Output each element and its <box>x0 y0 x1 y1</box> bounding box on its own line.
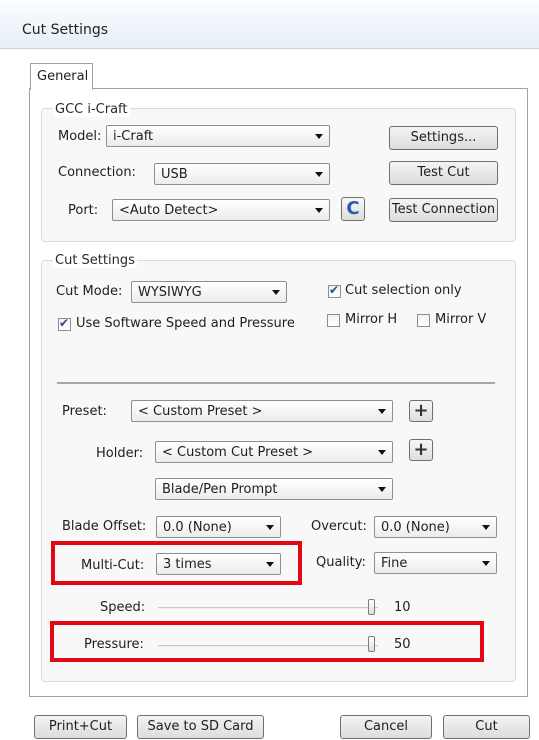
multi-cut-select[interactable]: 3 times <box>156 553 281 575</box>
quality-select[interactable]: Fine <box>374 552 497 574</box>
window-title: Cut Settings <box>22 22 109 38</box>
port-value: <Auto Detect> <box>119 203 219 218</box>
cancel-button[interactable]: Cancel <box>340 715 432 739</box>
chevron-down-icon <box>266 562 274 567</box>
blade-offset-label: Blade Offset: <box>62 519 147 534</box>
model-value: i-Craft <box>113 129 154 144</box>
add-holder-button[interactable]: + <box>409 439 433 461</box>
chevron-down-icon <box>378 487 386 492</box>
overcut-label: Overcut: <box>311 519 367 534</box>
multi-cut-value: 3 times <box>163 557 212 572</box>
preset-label: Preset: <box>62 404 107 419</box>
print-cut-button[interactable]: Print+Cut <box>34 715 127 739</box>
chevron-down-icon <box>378 450 386 455</box>
model-select[interactable]: i-Craft <box>106 125 330 147</box>
gcc-group-title: GCC i-Craft <box>53 102 130 117</box>
overcut-value: 0.0 (None) <box>381 520 450 535</box>
preset-select[interactable]: < Custom Preset > <box>131 400 393 422</box>
chevron-down-icon <box>482 525 490 530</box>
mirror-h-label: Mirror H <box>345 312 398 327</box>
connection-select[interactable]: USB <box>154 163 330 185</box>
blade-offset-value: 0.0 (None) <box>163 520 232 535</box>
tab-general[interactable]: General <box>30 63 93 90</box>
chevron-down-icon <box>315 172 323 177</box>
blade-prompt-select[interactable]: Blade/Pen Prompt <box>155 478 393 500</box>
quality-label: Quality: <box>316 555 366 570</box>
test-cut-button[interactable]: Test Cut <box>389 161 498 185</box>
speed-slider-track[interactable] <box>158 607 378 609</box>
chevron-down-icon <box>266 525 274 530</box>
save-to-sd-card-button[interactable]: Save to SD Card <box>137 715 264 739</box>
chevron-down-icon <box>272 290 280 295</box>
cut-selection-only-label: Cut selection only <box>345 283 462 298</box>
port-select[interactable]: <Auto Detect> <box>112 199 330 221</box>
mirror-v-checkbox[interactable] <box>417 314 430 327</box>
use-software-speed-label: Use Software Speed and Pressure <box>76 316 295 331</box>
blade-prompt-value: Blade/Pen Prompt <box>162 482 278 497</box>
title-bar: Cut Settings <box>0 0 539 49</box>
cut-mode-label: Cut Mode: <box>56 284 123 299</box>
add-preset-button[interactable]: + <box>409 400 433 422</box>
pressure-value: 50 <box>394 637 411 652</box>
blade-offset-select[interactable]: 0.0 (None) <box>156 516 281 538</box>
preset-value: < Custom Preset > <box>138 404 263 419</box>
chevron-down-icon <box>315 134 323 139</box>
settings-button[interactable]: Settings... <box>389 126 498 150</box>
tab-general-label: General <box>37 69 89 84</box>
chevron-down-icon <box>378 409 386 414</box>
cut-selection-only-checkbox[interactable] <box>328 283 341 298</box>
holder-select[interactable]: < Custom Cut Preset > <box>155 441 393 463</box>
pressure-label: Pressure: <box>84 637 144 652</box>
speed-value: 10 <box>394 600 411 615</box>
divider <box>57 382 495 384</box>
refresh-icon[interactable]: C <box>341 197 365 221</box>
mirror-h-checkbox[interactable] <box>327 314 340 327</box>
multi-cut-label: Multi-Cut: <box>81 558 145 573</box>
holder-value: < Custom Cut Preset > <box>162 445 314 460</box>
test-connection-button[interactable]: Test Connection <box>389 198 498 222</box>
use-software-speed-checkbox[interactable] <box>58 316 71 331</box>
port-label: Port: <box>68 203 99 218</box>
cut-settings-group-title: Cut Settings <box>53 253 137 268</box>
model-label: Model: <box>58 129 102 144</box>
overcut-select[interactable]: 0.0 (None) <box>374 516 497 538</box>
speed-label: Speed: <box>100 600 146 615</box>
connection-label: Connection: <box>58 165 136 180</box>
chevron-down-icon <box>482 561 490 566</box>
cut-mode-value: WYSIWYG <box>138 285 202 300</box>
cut-mode-select[interactable]: WYSIWYG <box>131 281 287 303</box>
pressure-slider-thumb[interactable] <box>368 636 375 652</box>
chevron-down-icon <box>315 208 323 213</box>
speed-slider-thumb[interactable] <box>368 599 375 615</box>
quality-value: Fine <box>381 556 408 571</box>
mirror-v-label: Mirror V <box>435 312 487 327</box>
holder-label: Holder: <box>96 446 144 461</box>
connection-value: USB <box>161 167 188 182</box>
pressure-slider-track[interactable] <box>158 645 378 647</box>
cut-button[interactable]: Cut <box>443 715 530 739</box>
